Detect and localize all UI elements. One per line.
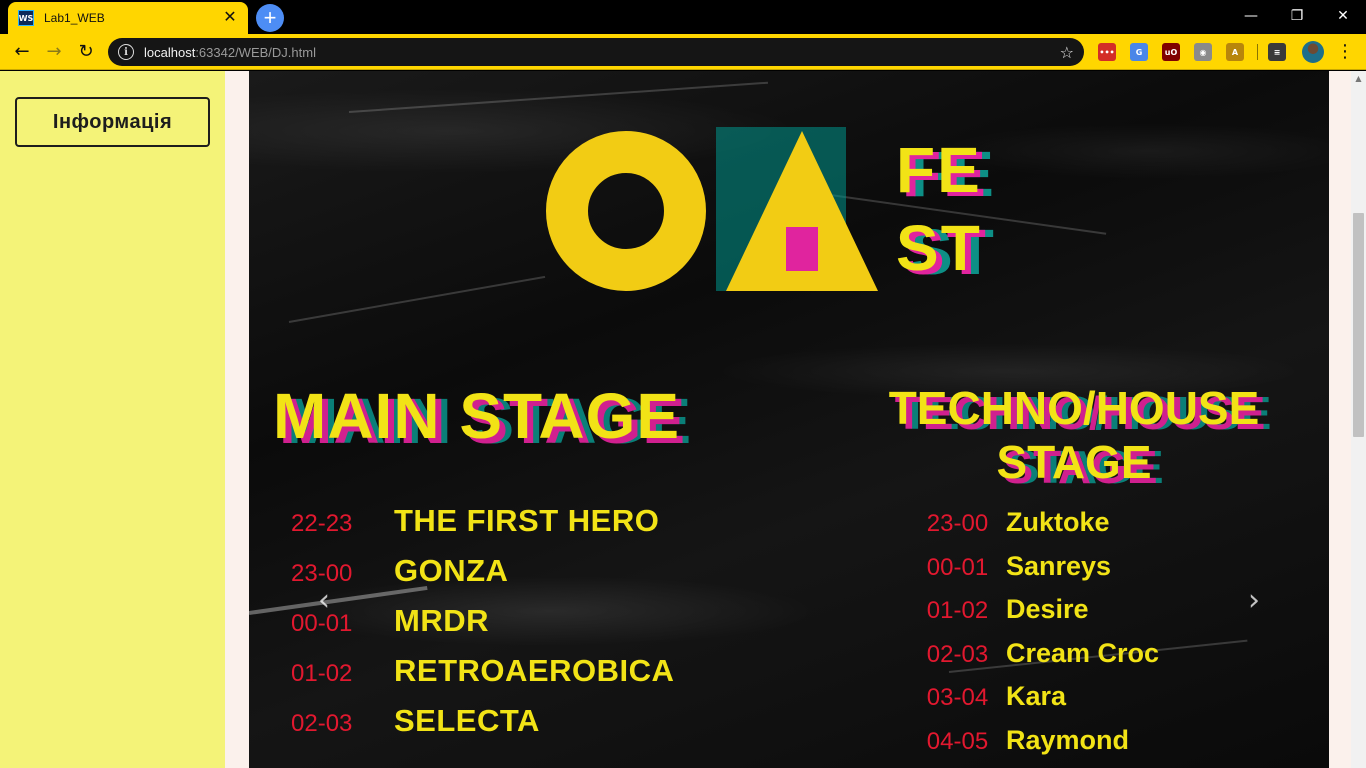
lineup-row: 02-03 Cream Croc: [909, 638, 1159, 669]
webstorm-icon: WS: [18, 10, 34, 26]
act-name: Zuktoke: [1006, 507, 1110, 537]
url-path: :63342/WEB/DJ.html: [195, 44, 316, 60]
paper-crease: [288, 275, 546, 323]
new-tab-button[interactable]: +: [256, 4, 284, 32]
site-info-icon[interactable]: i: [118, 44, 134, 60]
info-button[interactable]: Інформація: [15, 97, 210, 147]
toolbar-separator: [1257, 44, 1258, 60]
act-name: Raymond: [1006, 724, 1130, 755]
set-time: 02-03: [291, 710, 353, 737]
logo-letter-a-accent: [786, 227, 818, 271]
window-minimize-button[interactable]: —: [1228, 4, 1274, 28]
web-page: Інформація FE ST MAIN STAGE TECHNO/HOUSE…: [0, 71, 1366, 768]
tab-close-icon[interactable]: ✕: [222, 10, 238, 26]
techno-stage-title-line1: TECHNO/HOUSE: [888, 382, 1260, 434]
lineup-row: 22-23 THE FIRST HERO: [291, 503, 659, 539]
set-time: 23-00: [926, 510, 989, 537]
back-button[interactable]: ←: [10, 40, 34, 64]
page-scrollbar[interactable]: ▲: [1351, 71, 1366, 768]
act-name: Cream Croc: [1006, 637, 1160, 668]
browser-tab[interactable]: WS Lab1_WEB ✕: [8, 2, 248, 34]
techno-stage-title: TECHNO/HOUSE STAGE: [869, 381, 1279, 489]
act-name: Sanreys: [1006, 550, 1112, 581]
forward-button[interactable]: →: [42, 40, 66, 64]
logo-fest-text: FE ST: [896, 131, 982, 287]
act-name: RETROAEROBICA: [394, 653, 675, 688]
lineup-row: 23-00 Zuktoke: [909, 507, 1110, 538]
act-name: SELECTA: [394, 703, 540, 738]
main-stage-title: MAIN STAGE: [273, 380, 681, 452]
logo-fest-line2: ST: [896, 212, 982, 284]
tab-title: Lab1_WEB: [44, 11, 105, 25]
carousel-next-icon[interactable]: ›: [1239, 583, 1269, 619]
lineup-row: 01-02 RETROAEROBICA: [291, 653, 674, 689]
act-name: THE FIRST HERO: [394, 503, 660, 538]
set-time: 01-02: [926, 597, 989, 624]
scroll-thumb[interactable]: [1353, 213, 1364, 437]
browser-toolbar: ← → ↻ i localhost:63342/WEB/DJ.html ☆ ••…: [0, 34, 1366, 70]
act-name: Kara: [1006, 681, 1067, 711]
pdf-icon[interactable]: A: [1226, 43, 1244, 61]
camera-icon[interactable]: ◉: [1194, 43, 1212, 61]
lineup-row: 00-01 Sanreys: [909, 551, 1111, 582]
tab-strip: WS Lab1_WEB ✕ + — ❐ ✕: [0, 0, 1366, 34]
set-time: 00-01: [291, 610, 353, 637]
set-time: 03-04: [926, 684, 989, 711]
url-host: localhost: [144, 44, 196, 60]
scroll-up-arrow-icon[interactable]: ▲: [1351, 71, 1366, 86]
lineup-row: 02-03 SELECTA: [291, 703, 540, 739]
set-time: 04-05: [926, 727, 989, 755]
lineup-row: 03-04 Kara: [909, 681, 1066, 712]
address-bar[interactable]: i localhost:63342/WEB/DJ.html ☆: [108, 38, 1084, 66]
sidebar: Інформація: [0, 71, 225, 768]
reload-button[interactable]: ↻: [74, 40, 98, 64]
browser-menu-icon[interactable]: ⋮: [1336, 40, 1354, 64]
act-name: GONZA: [394, 553, 509, 588]
url-text[interactable]: localhost:63342/WEB/DJ.html: [144, 45, 1060, 60]
logo-letter-o: [546, 131, 706, 291]
ublock-icon[interactable]: uO: [1162, 43, 1180, 61]
set-time: 22-23: [291, 510, 353, 537]
set-time: 00-01: [926, 553, 989, 581]
set-time: 02-03: [926, 640, 989, 668]
bookmark-star-icon[interactable]: ☆: [1060, 43, 1074, 62]
act-name: MRDR: [394, 603, 489, 638]
playlist-icon[interactable]: ≡: [1268, 43, 1286, 61]
act-name: Desire: [1006, 594, 1089, 624]
festival-logo: FE ST: [546, 127, 1026, 297]
translate-icon[interactable]: G: [1130, 43, 1148, 61]
window-restore-button[interactable]: ❐: [1274, 4, 1320, 28]
paper-crease: [348, 81, 769, 113]
lineup-row: 01-02 Desire: [909, 594, 1089, 625]
lineup-row: 04-05 Raymond: [909, 725, 1129, 756]
logo-fest-line1: FE: [896, 134, 982, 206]
lastpass-icon[interactable]: •••: [1098, 43, 1116, 61]
set-time: 01-02: [291, 660, 353, 687]
carousel-prev-icon[interactable]: ‹: [309, 583, 339, 619]
profile-avatar[interactable]: [1302, 41, 1324, 63]
poster-carousel: FE ST MAIN STAGE TECHNO/HOUSE STAGE 22-2…: [249, 71, 1329, 768]
techno-stage-title-line2: STAGE: [996, 436, 1152, 488]
set-time: 23-00: [291, 560, 353, 587]
window-close-button[interactable]: ✕: [1320, 4, 1366, 28]
